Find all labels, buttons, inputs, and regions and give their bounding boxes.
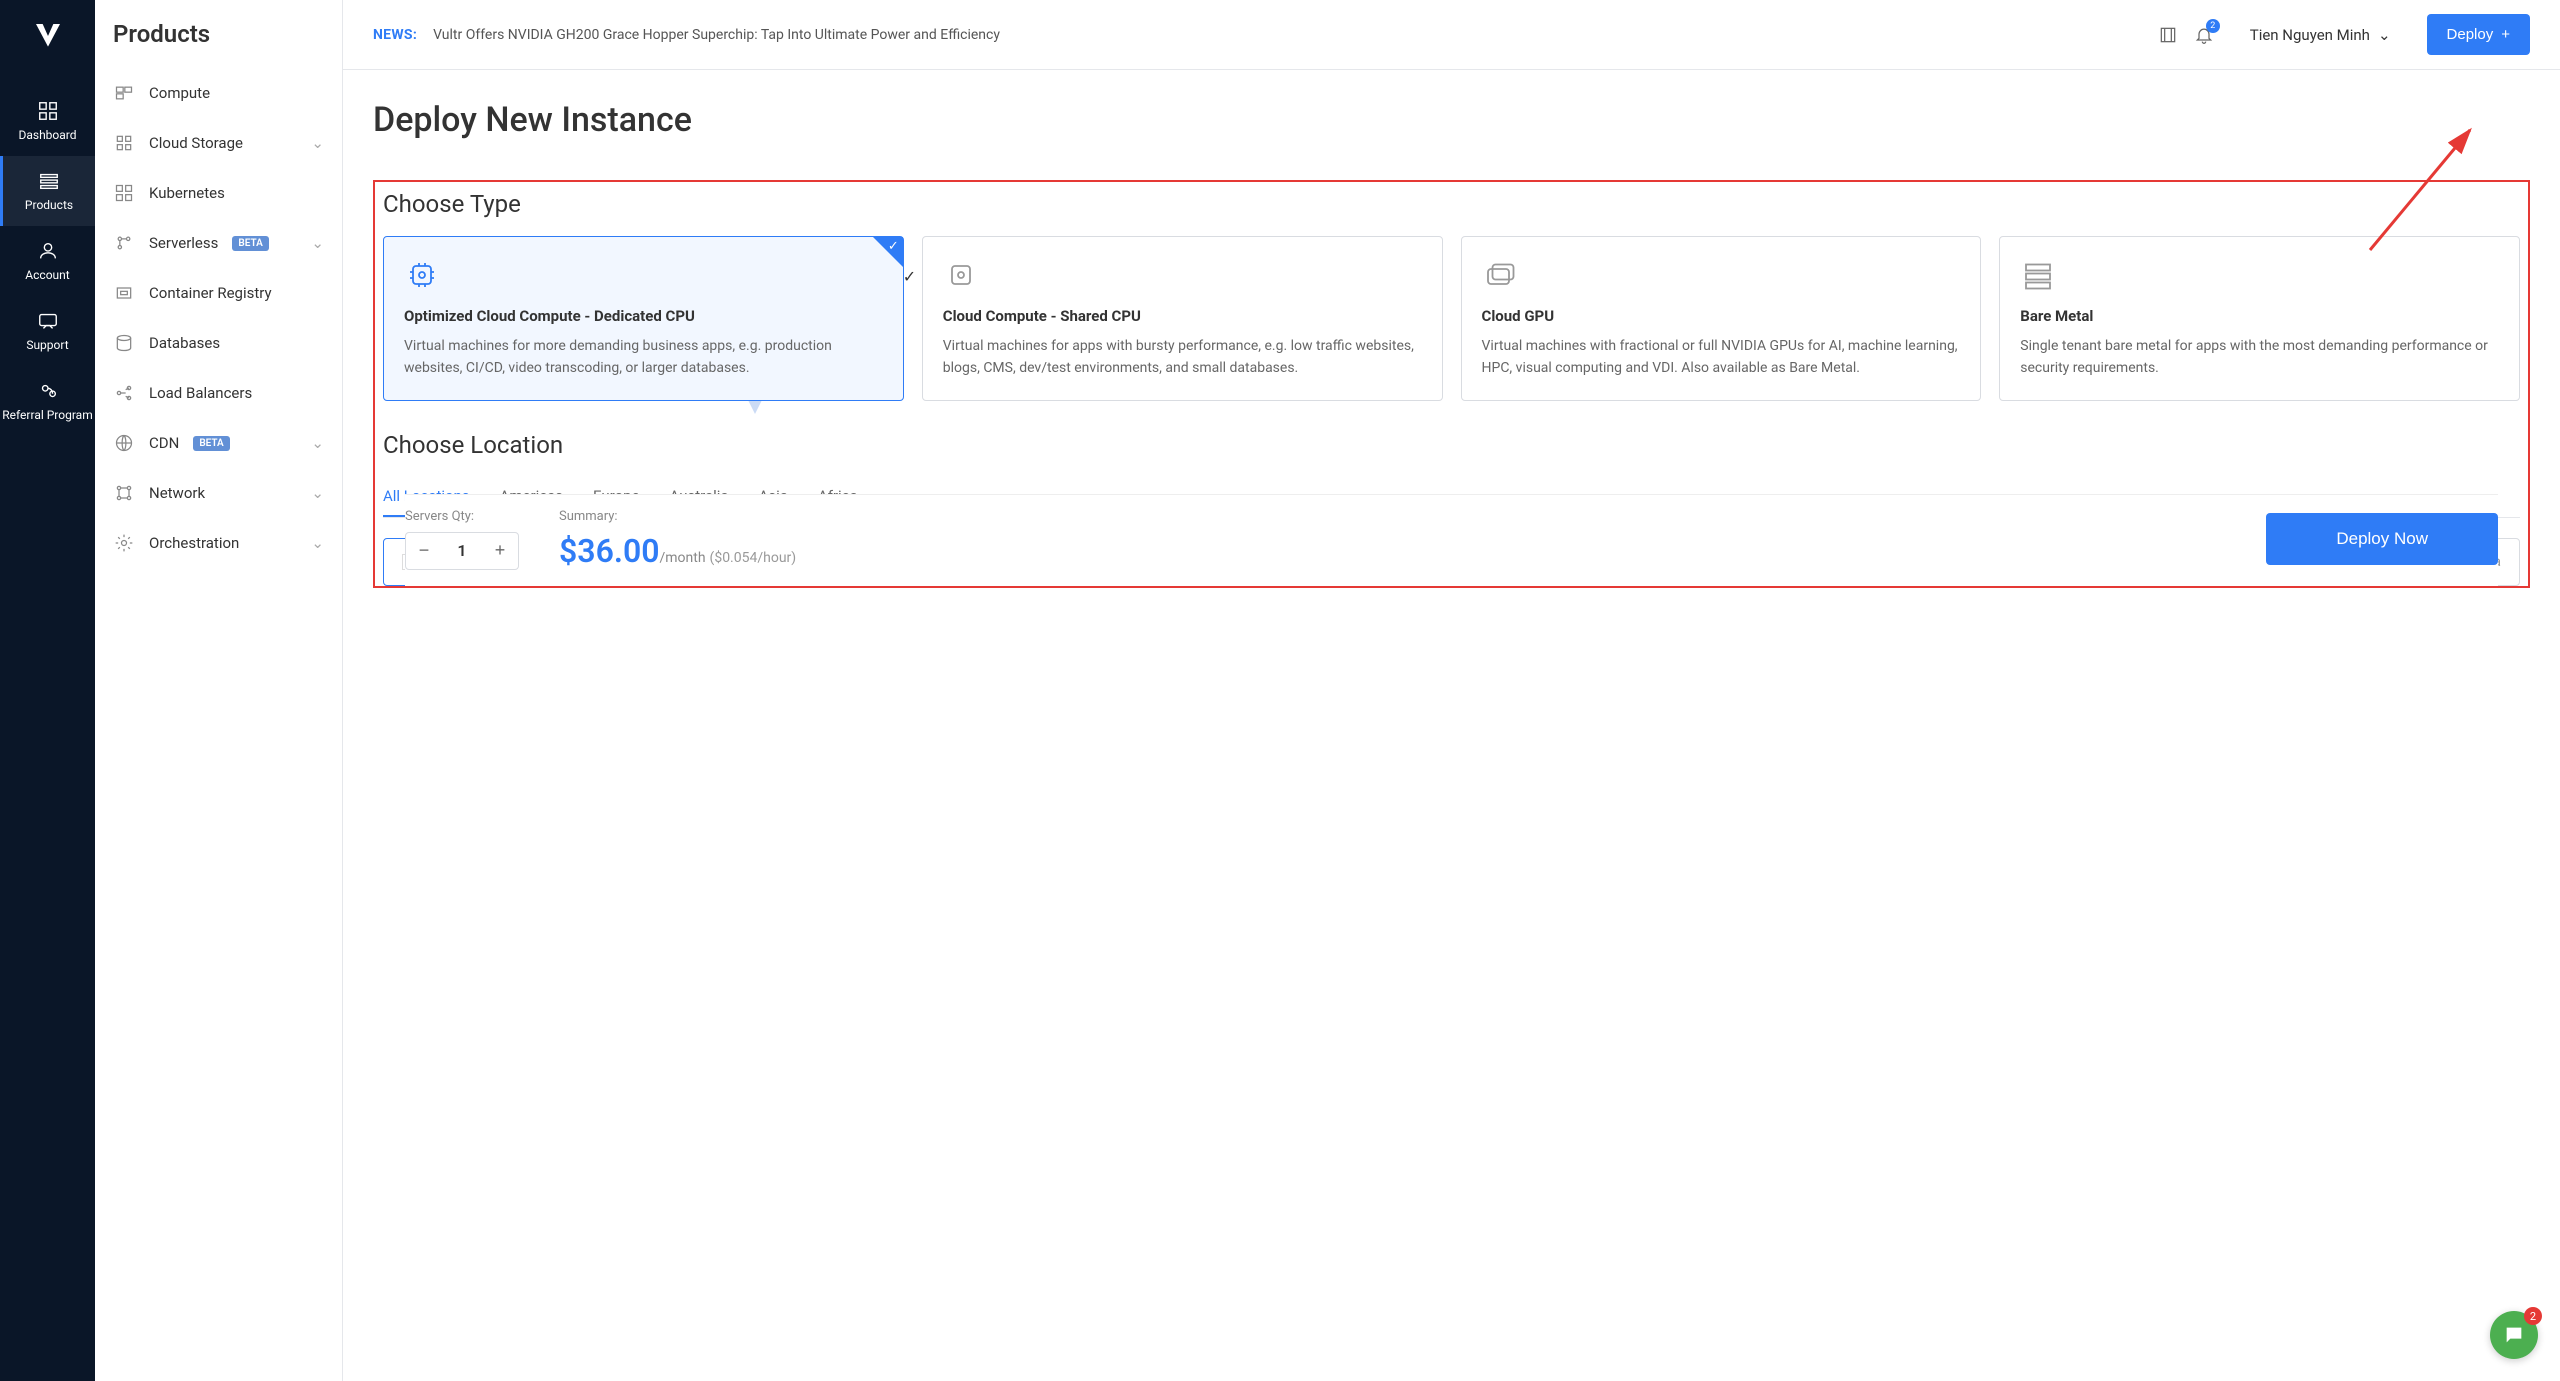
- sidebar-item-orchestration[interactable]: Orchestration ⌄: [95, 518, 342, 568]
- sidebar-icon: [113, 182, 135, 204]
- sidebar-item-container-registry[interactable]: Container Registry: [95, 268, 342, 318]
- type-grid: ✓ Optimized Cloud Compute - Dedicated CP…: [383, 236, 2520, 401]
- sidebar-item-label: Kubernetes: [149, 184, 225, 202]
- type-card-1[interactable]: Cloud Compute - Shared CPU Virtual machi…: [922, 236, 1443, 401]
- sidebar-item-databases[interactable]: Databases: [95, 318, 342, 368]
- sidebar-icon: [113, 382, 135, 404]
- sidebar-icon: [113, 532, 135, 554]
- type-desc: Virtual machines for more demanding busi…: [404, 335, 883, 380]
- type-icon: [2020, 257, 2056, 293]
- plus-icon: +: [2501, 26, 2510, 43]
- type-card-0[interactable]: ✓ Optimized Cloud Compute - Dedicated CP…: [383, 236, 904, 401]
- sidebar-icon: [113, 432, 135, 454]
- news-text[interactable]: Vultr Offers NVIDIA GH200 Grace Hopper S…: [433, 27, 2142, 43]
- qty-value: 1: [442, 541, 482, 560]
- type-title: Cloud Compute - Shared CPU: [943, 307, 1422, 325]
- price-hour: ($0.054/hour): [710, 550, 797, 566]
- sidebar-item-label: Container Registry: [149, 284, 272, 302]
- qty-plus-button[interactable]: +: [482, 533, 518, 569]
- type-title: Bare Metal: [2020, 307, 2499, 325]
- choose-type-title: Choose Type: [383, 190, 2520, 218]
- sidebar-item-label: Load Balancers: [149, 384, 252, 402]
- main: NEWS: Vultr Offers NVIDIA GH200 Grace Ho…: [343, 0, 2560, 1381]
- sidebar-item-compute[interactable]: Compute: [95, 68, 342, 118]
- sidebar-item-label: Cloud Storage: [149, 134, 243, 152]
- rail-item-referral[interactable]: Referral Program: [0, 366, 95, 436]
- sidebar-item-label: Network: [149, 484, 205, 502]
- sidebar-icon: [113, 232, 135, 254]
- summary-label: Summary:: [559, 509, 796, 524]
- sidebar-item-label: Orchestration: [149, 534, 239, 552]
- qty-minus-button[interactable]: −: [406, 533, 442, 569]
- topbar: NEWS: Vultr Offers NVIDIA GH200 Grace Ho…: [343, 0, 2560, 70]
- chevron-down-icon: ⌄: [311, 234, 324, 252]
- sidebar-item-label: Databases: [149, 334, 220, 352]
- chevron-down-icon: ⌄: [311, 534, 324, 552]
- sidebar: Products Compute Cloud Storage ⌄ Kuberne…: [95, 0, 343, 1381]
- notification-badge: 2: [2206, 19, 2220, 33]
- type-icon: [1482, 257, 1518, 293]
- sidebar-item-network[interactable]: Network ⌄: [95, 468, 342, 518]
- type-desc: Virtual machines with fractional or full…: [1482, 335, 1961, 380]
- left-rail: Dashboard Products Account Support Refer…: [0, 0, 95, 1381]
- type-title: Optimized Cloud Compute - Dedicated CPU: [404, 307, 883, 325]
- sidebar-icon: [113, 82, 135, 104]
- type-card-2[interactable]: Cloud GPU Virtual machines with fraction…: [1461, 236, 1982, 401]
- chevron-down-icon: ⌄: [311, 484, 324, 502]
- promo-icon[interactable]: [2158, 25, 2178, 45]
- rail-item-account[interactable]: Account: [0, 226, 95, 296]
- sidebar-item-serverless[interactable]: Serverless BETA ⌄: [95, 218, 342, 268]
- highlight-box: Choose Type ✓ Optimized Cloud Compute - …: [373, 180, 2530, 588]
- chevron-down-icon: ⌄: [2378, 26, 2391, 44]
- choose-location-title: Choose Location: [383, 431, 2520, 459]
- rail-item-products[interactable]: Products: [0, 156, 95, 226]
- chat-badge: 2: [2524, 1307, 2542, 1325]
- sidebar-icon: [113, 332, 135, 354]
- sidebar-item-label: Serverless: [149, 234, 218, 252]
- sidebar-title: Products: [95, 20, 342, 68]
- type-desc: Single tenant bare metal for apps with t…: [2020, 335, 2499, 380]
- sidebar-item-label: CDN: [149, 434, 179, 452]
- sidebar-item-cloud-storage[interactable]: Cloud Storage ⌄: [95, 118, 342, 168]
- check-icon: ✓: [890, 540, 900, 554]
- rail-item-dashboard[interactable]: Dashboard: [0, 86, 95, 156]
- bottom-bar: Servers Qty: − 1 + Summary: $36.00/month…: [405, 494, 2498, 586]
- check-icon: ✓: [888, 239, 899, 254]
- deploy-button[interactable]: Deploy +: [2427, 14, 2530, 55]
- price: $36.00: [559, 532, 660, 570]
- chevron-down-icon: ⌄: [311, 434, 324, 452]
- content: Deploy New Instance Choose Type ✓ Optimi…: [343, 70, 2560, 1381]
- sidebar-item-kubernetes[interactable]: Kubernetes: [95, 168, 342, 218]
- sidebar-item-load-balancers[interactable]: Load Balancers: [95, 368, 342, 418]
- page-title: Deploy New Instance: [373, 100, 2530, 140]
- beta-badge: BETA: [232, 236, 268, 251]
- price-unit: /month: [660, 550, 706, 566]
- sidebar-item-label: Compute: [149, 84, 210, 102]
- rail-item-support[interactable]: Support: [0, 296, 95, 366]
- user-dropdown[interactable]: Tien Nguyen Minh ⌄: [2250, 26, 2391, 44]
- sidebar-icon: [113, 132, 135, 154]
- type-icon: [943, 257, 979, 293]
- beta-badge: BETA: [193, 436, 229, 451]
- sidebar-icon: [113, 482, 135, 504]
- qty-label: Servers Qty:: [405, 509, 519, 524]
- sidebar-item-cdn[interactable]: CDN BETA ⌄: [95, 418, 342, 468]
- qty-stepper: − 1 +: [405, 532, 519, 570]
- chat-fab[interactable]: 2: [2490, 1311, 2538, 1359]
- deploy-now-button[interactable]: Deploy Now: [2266, 513, 2498, 565]
- type-desc: Virtual machines for apps with bursty pe…: [943, 335, 1422, 380]
- logo[interactable]: [32, 20, 64, 56]
- type-card-3[interactable]: Bare Metal Single tenant bare metal for …: [1999, 236, 2520, 401]
- bell-icon[interactable]: 2: [2194, 25, 2214, 45]
- type-icon: [404, 257, 440, 293]
- news-label: NEWS:: [373, 27, 417, 43]
- chevron-down-icon: ⌄: [311, 134, 324, 152]
- type-title: Cloud GPU: [1482, 307, 1961, 325]
- sidebar-icon: [113, 282, 135, 304]
